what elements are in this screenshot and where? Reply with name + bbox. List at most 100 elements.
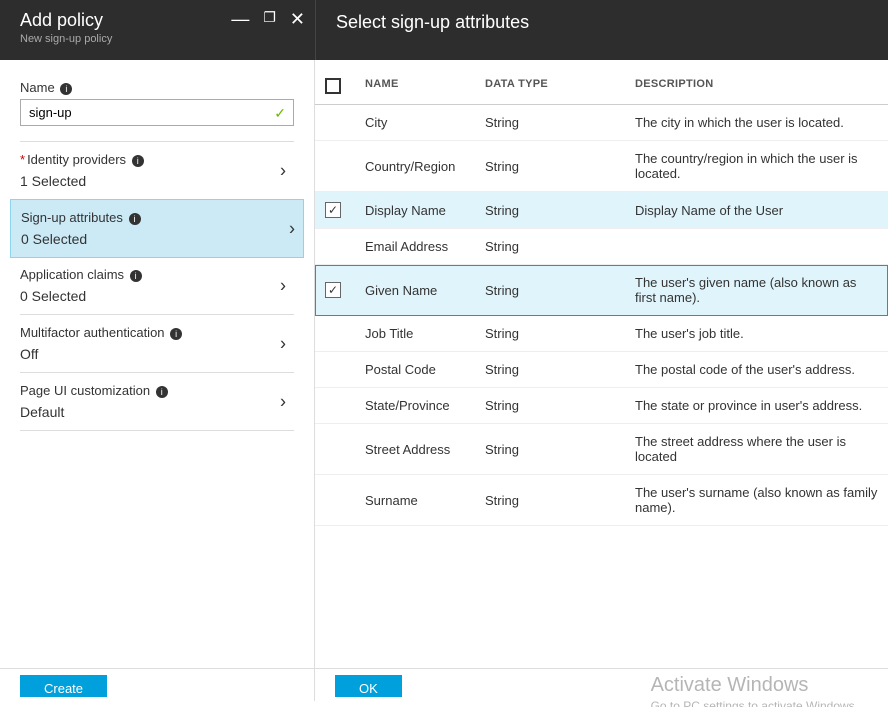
table-row[interactable]: Street AddressStringThe street address w…: [315, 424, 888, 475]
attr-type: String: [485, 362, 635, 377]
table-row[interactable]: Email AddressString: [315, 229, 888, 265]
section-row[interactable]: *Identity providers i1 Selected›: [20, 141, 294, 200]
close-icon[interactable]: ✕: [290, 10, 305, 28]
section-row[interactable]: Application claims i0 Selected›: [20, 257, 294, 315]
section-value: Off: [20, 346, 294, 362]
checkbox-cell: [325, 282, 365, 298]
section-title: Sign-up attributes i: [21, 210, 293, 225]
header-checkbox-cell: [325, 78, 365, 94]
header-description: DESCRIPTION: [635, 78, 878, 94]
info-icon[interactable]: i: [156, 386, 168, 398]
attr-name: State/Province: [365, 398, 485, 413]
attr-name: Email Address: [365, 239, 485, 254]
info-icon[interactable]: i: [170, 328, 182, 340]
table-row[interactable]: Job TitleStringThe user's job title.: [315, 316, 888, 352]
table-row[interactable]: Country/RegionStringThe country/region i…: [315, 141, 888, 192]
attr-type: String: [485, 442, 635, 457]
attr-type: String: [485, 203, 635, 218]
chevron-right-icon: ›: [289, 218, 295, 239]
section-title-text: Sign-up attributes: [21, 210, 123, 225]
attr-description: The country/region in which the user is …: [635, 151, 878, 181]
attr-type: String: [485, 283, 635, 298]
attr-name: Postal Code: [365, 362, 485, 377]
attr-description: The user's job title.: [635, 326, 878, 341]
section-value: Default: [20, 404, 294, 420]
footer: Create OK Activate Windows Go to PC sett…: [0, 668, 888, 701]
table-header-row: NAME DATA TYPE DESCRIPTION: [315, 60, 888, 105]
row-checkbox[interactable]: [325, 202, 341, 218]
checkbox-cell: [325, 202, 365, 218]
window-controls: — ❐ ✕: [231, 10, 305, 28]
info-icon[interactable]: i: [132, 155, 144, 167]
attr-description: The state or province in user's address.: [635, 398, 878, 413]
attr-description: The user's surname (also known as family…: [635, 485, 878, 515]
section-title: Multifactor authentication i: [20, 325, 294, 340]
attr-description: Display Name of the User: [635, 203, 878, 218]
section-title-text: Page UI customization: [20, 383, 150, 398]
table-row[interactable]: Display NameStringDisplay Name of the Us…: [315, 192, 888, 229]
table-row[interactable]: Postal CodeStringThe postal code of the …: [315, 352, 888, 388]
header-datatype: DATA TYPE: [485, 78, 635, 94]
section-title: Application claims i: [20, 267, 294, 282]
table-row[interactable]: CityStringThe city in which the user is …: [315, 105, 888, 141]
sections-list: *Identity providers i1 Selected›Sign-up …: [20, 141, 294, 431]
table-row[interactable]: Given NameStringThe user's given name (a…: [315, 265, 888, 316]
attr-description: The street address where the user is loc…: [635, 434, 878, 464]
name-input[interactable]: [20, 99, 294, 126]
right-header: Select sign-up attributes: [315, 0, 888, 60]
attr-name: Display Name: [365, 203, 485, 218]
table-body: CityStringThe city in which the user is …: [315, 105, 888, 526]
section-row[interactable]: Multifactor authentication i Off›: [20, 314, 294, 373]
name-label: Name i: [20, 80, 294, 95]
info-icon[interactable]: i: [130, 270, 142, 282]
watermark-line1: Activate Windows: [651, 674, 858, 697]
attr-name: Given Name: [365, 283, 485, 298]
maximize-icon[interactable]: ❐: [263, 10, 276, 28]
main-area: Name i ✓ *Identity providers i 1 Selected…: [0, 60, 888, 668]
left-pane: Name i ✓ *Identity providers i 1 Selected…: [0, 60, 315, 668]
attr-type: String: [485, 326, 635, 341]
section-row[interactable]: Sign-up attributes i 0 Selected›: [10, 199, 304, 258]
name-input-wrapper: ✓: [20, 99, 294, 126]
footer-left: Create: [0, 669, 315, 701]
create-button[interactable]: Create: [20, 675, 107, 697]
section-title-text: Identity providers: [27, 152, 126, 167]
watermark-line2: Go to PC settings to activate Windows.: [651, 699, 858, 707]
section-value: 0 Selected: [21, 231, 293, 247]
right-title: Select sign-up attributes: [336, 12, 868, 33]
select-all-checkbox[interactable]: [325, 78, 341, 94]
attr-name: Country/Region: [365, 159, 485, 174]
minimize-icon[interactable]: —: [231, 10, 249, 28]
info-icon[interactable]: i: [60, 83, 72, 95]
left-header: Add policy New sign-up policy — ❐ ✕: [0, 0, 315, 60]
section-row[interactable]: Page UI customization i Default›: [20, 372, 294, 431]
section-title-text: Application claims: [20, 267, 124, 282]
attr-description: The user's given name (also known as fir…: [635, 275, 878, 305]
chevron-right-icon: ›: [280, 275, 286, 296]
attr-description: The postal code of the user's address.: [635, 362, 878, 377]
attr-type: String: [485, 159, 635, 174]
row-checkbox[interactable]: [325, 282, 341, 298]
section-value: 1 Selected: [20, 173, 294, 189]
attr-type: String: [485, 493, 635, 508]
attr-description: The city in which the user is located.: [635, 115, 878, 130]
right-pane: NAME DATA TYPE DESCRIPTION CityStringThe…: [315, 60, 888, 668]
footer-right: OK Activate Windows Go to PC settings to…: [315, 669, 888, 701]
section-title-text: Multifactor authentication: [20, 325, 165, 340]
windows-watermark: Activate Windows Go to PC settings to ac…: [651, 674, 858, 707]
table-row[interactable]: SurnameStringThe user's surname (also kn…: [315, 475, 888, 526]
section-title: *Identity providers i: [20, 152, 294, 167]
title-bar: Add policy New sign-up policy — ❐ ✕ Sele…: [0, 0, 888, 60]
chevron-right-icon: ›: [280, 333, 286, 354]
name-label-text: Name: [20, 80, 55, 95]
info-icon[interactable]: i: [129, 213, 141, 225]
attributes-table: NAME DATA TYPE DESCRIPTION CityStringThe…: [315, 60, 888, 526]
table-row[interactable]: State/ProvinceStringThe state or provinc…: [315, 388, 888, 424]
validation-check-icon: ✓: [274, 105, 286, 122]
ok-button[interactable]: OK: [335, 675, 402, 697]
header-name: NAME: [365, 78, 485, 94]
panel-subtitle: New sign-up policy: [20, 33, 295, 45]
attr-name: Job Title: [365, 326, 485, 341]
section-title: Page UI customization i: [20, 383, 294, 398]
chevron-right-icon: ›: [280, 391, 286, 412]
